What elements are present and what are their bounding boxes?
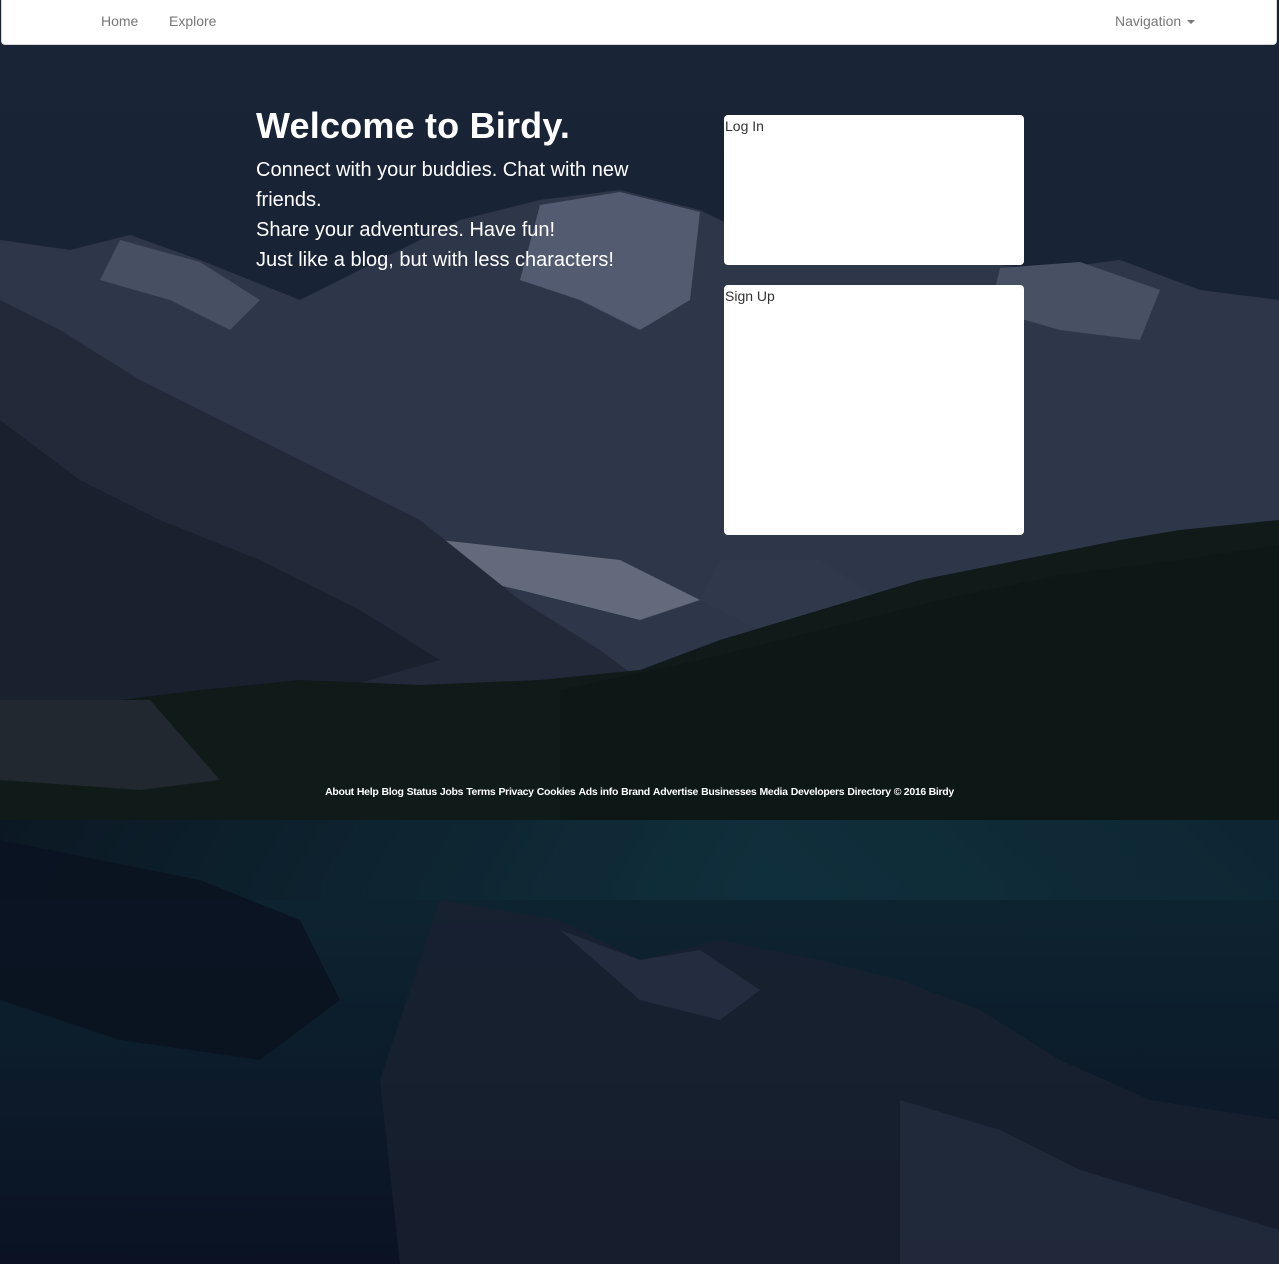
footer-copyright: © 2016 Birdy bbox=[893, 786, 954, 798]
navigation-dropdown-label: Navigation bbox=[1115, 13, 1182, 29]
footer-link-terms[interactable]: Terms bbox=[466, 786, 496, 798]
footer-link-developers[interactable]: Developers bbox=[791, 786, 845, 798]
signup-panel[interactable]: Sign Up bbox=[724, 285, 1024, 535]
caret-down-icon bbox=[1187, 20, 1196, 25]
footer-link-status[interactable]: Status bbox=[407, 786, 438, 798]
nav-explore-link[interactable]: Explore bbox=[169, 13, 216, 29]
welcome-line-2: Share your adventures. Have fun! bbox=[256, 219, 556, 241]
welcome-section: Welcome to Birdy. Connect with your budd… bbox=[256, 104, 636, 275]
footer-link-media[interactable]: Media bbox=[759, 786, 788, 798]
footer-link-about[interactable]: About bbox=[325, 786, 354, 798]
footer-link-privacy[interactable]: Privacy bbox=[498, 786, 534, 798]
nav-home-link[interactable]: Home bbox=[101, 13, 138, 29]
footer-link-help[interactable]: Help bbox=[357, 786, 379, 798]
signup-panel-title: Sign Up bbox=[725, 288, 775, 304]
welcome-text: Connect with your buddies. Chat with new… bbox=[256, 155, 636, 275]
footer-link-advertise[interactable]: Advertise bbox=[653, 786, 698, 798]
top-navbar: Home Explore Navigation bbox=[1, 0, 1277, 45]
footer-link-directory[interactable]: Directory bbox=[847, 786, 891, 798]
navigation-dropdown[interactable]: Navigation bbox=[1115, 13, 1196, 29]
page-title: Welcome to Birdy. bbox=[256, 105, 571, 146]
footer-link-ads-info[interactable]: Ads info bbox=[578, 786, 618, 798]
login-panel[interactable]: Log In bbox=[724, 115, 1024, 265]
footer-links: About Help Blog Status Jobs Terms Privacy Cooki… bbox=[0, 786, 1279, 798]
welcome-line-1: Connect with your buddies. Chat with new… bbox=[256, 159, 629, 211]
footer-link-businesses[interactable]: Businesses bbox=[701, 786, 757, 798]
login-panel-title: Log In bbox=[725, 118, 764, 134]
footer-link-cookies[interactable]: Cookies bbox=[537, 786, 576, 798]
footer-link-jobs[interactable]: Jobs bbox=[440, 786, 464, 798]
background-landscape bbox=[0, 0, 1279, 1264]
footer-link-brand[interactable]: Brand bbox=[621, 786, 650, 798]
welcome-line-3: Just like a blog, but with less characte… bbox=[256, 249, 614, 271]
footer-link-blog[interactable]: Blog bbox=[381, 786, 403, 798]
